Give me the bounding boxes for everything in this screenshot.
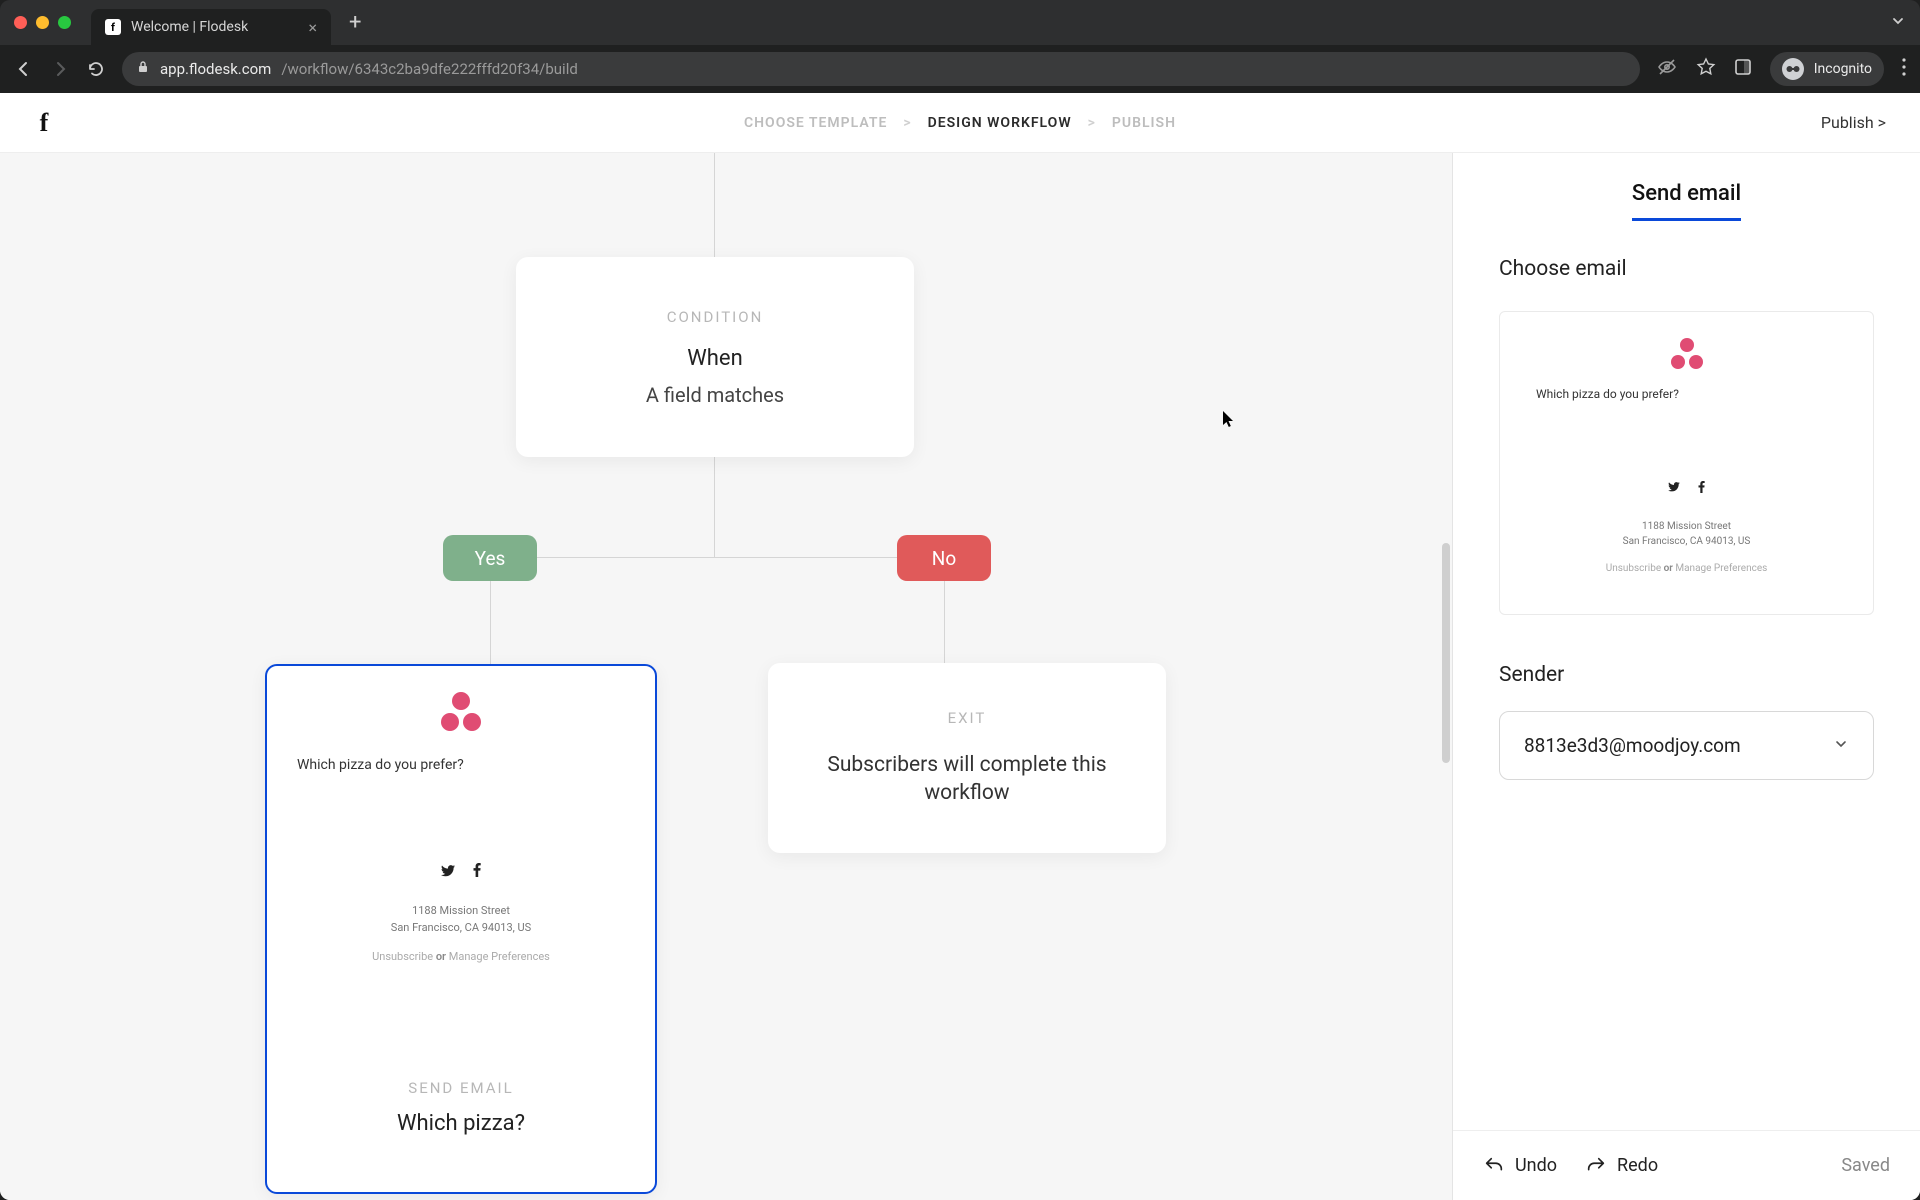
app-header: f CHOOSE TEMPLATE > DESIGN WORKFLOW > PU… [0, 93, 1920, 153]
window-controls [14, 16, 71, 29]
lock-icon [136, 60, 150, 78]
back-button[interactable] [14, 59, 34, 79]
incognito-label: Incognito [1814, 61, 1872, 77]
save-status: Saved [1841, 1155, 1890, 1176]
email-preview-unsubscribe: Unsubscribe or Manage Preferences [287, 950, 635, 963]
email-preview-unsubscribe: Unsubscribe or Manage Preferences [1520, 563, 1853, 574]
window-maximize[interactable] [58, 16, 71, 29]
connector-line [490, 557, 944, 558]
window-minimize[interactable] [36, 16, 49, 29]
email-preview-logo [1520, 338, 1853, 369]
sender-value: 8813e3d3@moodjoy.com [1524, 734, 1741, 757]
tabs-overflow-icon[interactable] [1890, 13, 1906, 33]
exit-text: Subscribers will complete this workflow [798, 751, 1136, 808]
facebook-icon [473, 863, 481, 881]
workflow-canvas[interactable]: CONDITION When A field matches Yes No EX… [0, 153, 1452, 1200]
breadcrumb-publish[interactable]: PUBLISH [1112, 115, 1176, 131]
panel-footer: Undo Redo Saved [1453, 1130, 1920, 1200]
email-preview-question: Which pizza do you prefer? [287, 757, 635, 773]
window-close[interactable] [14, 16, 27, 29]
browser-toolbar: app.flodesk.com/workflow/6343c2ba9dfe222… [0, 45, 1920, 93]
extensions-icon[interactable] [1734, 58, 1752, 80]
breadcrumb-design-workflow[interactable]: DESIGN WORKFLOW [928, 115, 1072, 131]
condition-node[interactable]: CONDITION When A field matches [516, 257, 914, 457]
node-type-label: SEND EMAIL [408, 1079, 513, 1097]
workflow-breadcrumbs: CHOOSE TEMPLATE > DESIGN WORKFLOW > PUBL… [744, 115, 1176, 131]
breadcrumb-sep: > [903, 115, 911, 131]
breadcrumb-choose-template[interactable]: CHOOSE TEMPLATE [744, 115, 887, 131]
sender-title: Sender [1499, 663, 1874, 687]
connector-line [714, 153, 715, 257]
browser-tab[interactable]: f Welcome | Flodesk × [91, 9, 331, 45]
email-preview-logo [287, 692, 635, 731]
send-email-node[interactable]: Which pizza do you prefer? 1188 Mission … [265, 664, 657, 1194]
panel-tab-send-email[interactable]: Send email [1632, 181, 1741, 221]
cursor-icon [1223, 411, 1235, 429]
branch-yes[interactable]: Yes [443, 535, 537, 581]
incognito-indicator[interactable]: Incognito [1770, 52, 1884, 86]
condition-subtitle: A field matches [646, 383, 784, 407]
email-preview-question: Which pizza do you prefer? [1520, 387, 1853, 401]
twitter-icon [441, 863, 455, 881]
email-preview-card[interactable]: Which pizza do you prefer? 1188 Mission … [1499, 311, 1874, 615]
facebook-icon [1698, 481, 1705, 497]
star-icon[interactable] [1696, 57, 1716, 81]
connector-line [714, 457, 715, 557]
url-host: app.flodesk.com [160, 60, 271, 78]
sender-dropdown[interactable]: 8813e3d3@moodjoy.com [1499, 711, 1874, 780]
kebab-menu-icon[interactable] [1902, 58, 1906, 80]
condition-title: When [687, 346, 742, 371]
email-preview-address: 1188 Mission Street San Francisco, CA 94… [1520, 519, 1853, 549]
eye-off-icon[interactable] [1656, 56, 1678, 82]
twitter-icon [1668, 481, 1680, 497]
tab-title: Welcome | Flodesk [131, 19, 248, 35]
main-area: CONDITION When A field matches Yes No EX… [0, 153, 1920, 1200]
email-preview-social [1520, 481, 1853, 497]
address-bar[interactable]: app.flodesk.com/workflow/6343c2ba9dfe222… [122, 52, 1640, 86]
exit-node[interactable]: EXIT Subscribers will complete this work… [768, 663, 1166, 853]
side-panel: Send email Choose email Which pizza do y… [1452, 153, 1920, 1200]
app-root: f CHOOSE TEMPLATE > DESIGN WORKFLOW > PU… [0, 93, 1920, 1200]
email-preview-address: 1188 Mission Street San Francisco, CA 94… [287, 903, 635, 936]
tab-close-icon[interactable]: × [308, 18, 317, 37]
node-type-label: CONDITION [667, 308, 764, 326]
email-preview-social [287, 863, 635, 881]
incognito-icon [1782, 58, 1804, 80]
branch-no[interactable]: No [897, 535, 991, 581]
flodesk-logo[interactable]: f [34, 109, 54, 137]
chevron-down-icon [1833, 734, 1849, 757]
reload-button[interactable] [86, 60, 106, 78]
browser-tab-strip: f Welcome | Flodesk × + [0, 0, 1920, 45]
choose-email-title: Choose email [1499, 257, 1874, 281]
publish-button[interactable]: Publish > [1821, 113, 1886, 132]
forward-button[interactable] [50, 59, 70, 79]
undo-button[interactable]: Undo [1483, 1155, 1557, 1177]
node-type-label: EXIT [948, 709, 987, 727]
breadcrumb-sep: > [1088, 115, 1096, 131]
new-tab-button[interactable]: + [349, 10, 361, 35]
url-path: /workflow/6343c2ba9dfe222fffd20f34/build [281, 60, 578, 78]
tab-favicon: f [105, 19, 121, 35]
redo-button[interactable]: Redo [1585, 1155, 1658, 1177]
email-node-title: Which pizza? [397, 1111, 525, 1136]
scrollbar[interactable] [1442, 543, 1450, 763]
